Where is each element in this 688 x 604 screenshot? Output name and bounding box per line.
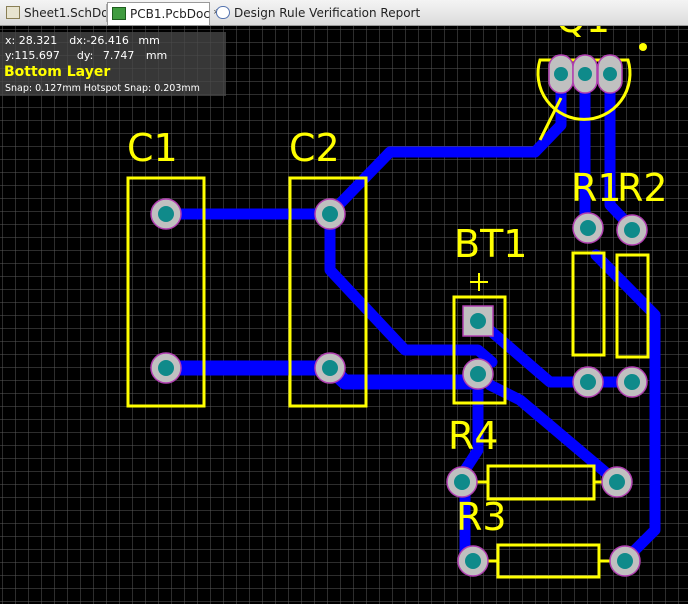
hud-x-value: 28.321 [18,34,58,47]
designator-r1: R1 [571,166,622,210]
r2-pad-1[interactable] [616,214,648,246]
pcb-canvas[interactable]: C1 C2 BT1 R1 R2 R4 R3 Q1 [0,26,688,604]
designator-r2: R2 [617,166,668,210]
hud-dx-label: dx: [69,34,87,47]
r3-pad-1[interactable] [457,545,489,577]
designator-r3: R3 [456,495,507,539]
schematic-doc-icon [6,6,20,19]
hud-x-label: x: [5,34,16,47]
c1-pad-1[interactable] [150,198,182,230]
r1-pad-2[interactable] [572,366,604,398]
c2-pad-1[interactable] [314,198,346,230]
bt1-pad-2[interactable] [462,358,494,390]
q1-pin1-dot [639,43,647,51]
q1-pad-2 [572,54,598,94]
tab-label: Sheet1.SchDoc [24,6,116,20]
c1-pad-2[interactable] [150,352,182,384]
tab-pcb1-pcbdoc[interactable]: PCB1.PcbDoc * [107,2,220,25]
q1-pad-1 [548,54,574,94]
designator-q1-clipped: Q1 [556,26,610,41]
r4-pad-1[interactable] [446,466,478,498]
hud-y-label: y: [5,49,15,62]
bt1-pad-1[interactable] [462,305,494,337]
hud-current-layer: Bottom Layer [4,64,111,80]
coordinate-heads-up-display: x: 28.321 dx:-26.416 mm y:115.697 dy: 7.… [0,32,226,96]
c2-pad-2[interactable] [314,352,346,384]
q1-pads[interactable] [548,54,623,94]
r4-pad-2[interactable] [601,466,633,498]
hud-dx-value: -26.416 [86,34,129,47]
tab-label: PCB1.PcbDoc * [130,7,220,21]
tab-label: Design Rule Verification Report [234,6,421,20]
designator-c1: C1 [127,126,178,170]
q1-pad-3 [597,54,623,94]
hud-snap-info: Snap: 0.127mm Hotspot Snap: 0.203mm [5,83,200,94]
pcb-doc-icon [112,7,126,20]
hud-unit: mm [138,34,160,47]
report-doc-icon [216,6,230,19]
r1-pad-1[interactable] [572,212,604,244]
hud-unit: mm [145,49,168,62]
hud-dy-label: dy: [76,49,94,62]
r3-pad-2[interactable] [609,545,641,577]
tab-drc-report[interactable]: Design Rule Verification Report [212,2,420,25]
document-tab-bar: Sheet1.SchDoc PCB1.PcbDoc * Design Rule … [0,0,688,26]
tab-sheet1-schdoc[interactable]: Sheet1.SchDoc [2,2,115,25]
designator-r4: R4 [448,414,499,458]
hud-dy-value: 7.747 [102,49,135,62]
hud-y-row: y:115.697 dy: 7.747 mm [5,49,167,62]
hud-y-value: 115.697 [14,49,60,62]
designator-bt1: BT1 [454,222,527,266]
r2-pad-2[interactable] [616,366,648,398]
hud-x-row: x: 28.321 dx:-26.416 mm [5,34,160,47]
designator-c2: C2 [289,126,340,170]
